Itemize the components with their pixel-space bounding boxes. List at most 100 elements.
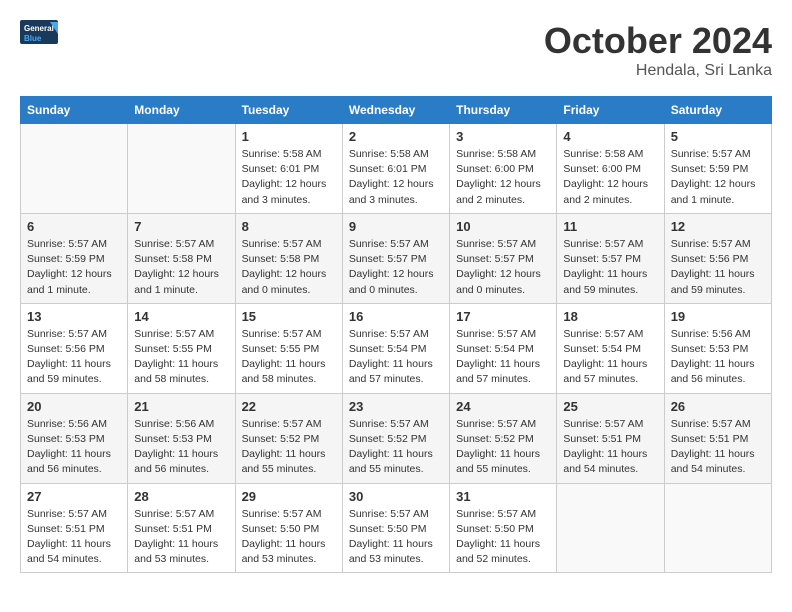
- day-number: 23: [349, 399, 443, 414]
- day-number: 8: [242, 219, 336, 234]
- calendar-cell: 19Sunrise: 5:56 AM Sunset: 5:53 PM Dayli…: [664, 303, 771, 393]
- day-info: Sunrise: 5:57 AM Sunset: 5:54 PM Dayligh…: [563, 327, 657, 388]
- calendar-cell: 28 Sunrise: 5:57 AM Sunset: 5:51 PM Dayli…: [128, 483, 235, 573]
- day-info: Sunrise: 5:58 AM Sunset: 6:00 PM Dayligh…: [563, 147, 657, 208]
- calendar-cell: 27 Sunrise: 5:57 AM Sunset: 5:51 PM Dayli…: [21, 483, 128, 573]
- day-info: Sunrise: 5:57 AM Sunset: 5:58 PM Dayligh…: [242, 237, 336, 298]
- day-number: 28: [134, 489, 228, 504]
- calendar-cell: 5 Sunrise: 5:57 AM Sunset: 5:59 PM Daylig…: [664, 124, 771, 214]
- svg-text:Blue: Blue: [24, 34, 42, 43]
- calendar-week: 13 Sunrise: 5:57 AM Sunset: 5:56 PM Dayli…: [21, 303, 772, 393]
- day-number: 25: [563, 399, 657, 414]
- day-info: Sunrise: 5:57 AM Sunset: 5:54 PM Dayligh…: [456, 327, 550, 388]
- calendar-week: 1 Sunrise: 5:58 AM Sunset: 6:01 PM Daylig…: [21, 124, 772, 214]
- day-number: 9: [349, 219, 443, 234]
- day-number: 27: [27, 489, 121, 504]
- day-info: Sunrise: 5:57 AM Sunset: 5:51 PM Dayligh…: [563, 417, 657, 478]
- calendar-cell: [128, 124, 235, 214]
- month-title: October 2024: [544, 20, 772, 62]
- day-header: Monday: [128, 97, 235, 124]
- day-info: Sunrise: 5:57 AM Sunset: 5:51 PM Dayligh…: [134, 507, 228, 568]
- day-number: 10: [456, 219, 550, 234]
- calendar-cell: 4 Sunrise: 5:58 AM Sunset: 6:00 PM Daylig…: [557, 124, 664, 214]
- calendar-cell: 30 Sunrise: 5:57 AM Sunset: 5:50 PM Dayli…: [342, 483, 449, 573]
- calendar-cell: 22 Sunrise: 5:57 AM Sunset: 5:52 PM Dayli…: [235, 393, 342, 483]
- calendar-cell: 8 Sunrise: 5:57 AM Sunset: 5:58 PM Daylig…: [235, 213, 342, 303]
- calendar-cell: 6Sunrise: 5:57 AM Sunset: 5:59 PM Daylig…: [21, 213, 128, 303]
- day-number: 30: [349, 489, 443, 504]
- day-number: 1: [242, 129, 336, 144]
- day-header: Saturday: [664, 97, 771, 124]
- calendar-cell: 16 Sunrise: 5:57 AM Sunset: 5:54 PM Dayli…: [342, 303, 449, 393]
- day-info: Sunrise: 5:57 AM Sunset: 5:56 PM Dayligh…: [27, 327, 121, 388]
- day-info: Sunrise: 5:57 AM Sunset: 5:57 PM Dayligh…: [563, 237, 657, 298]
- day-info: Sunrise: 5:57 AM Sunset: 5:50 PM Dayligh…: [242, 507, 336, 568]
- calendar-cell: 24 Sunrise: 5:57 AM Sunset: 5:52 PM Dayli…: [450, 393, 557, 483]
- calendar-cell: 29Sunrise: 5:57 AM Sunset: 5:50 PM Dayli…: [235, 483, 342, 573]
- calendar-cell: 9 Sunrise: 5:57 AM Sunset: 5:57 PM Daylig…: [342, 213, 449, 303]
- day-number: 22: [242, 399, 336, 414]
- day-number: 7: [134, 219, 228, 234]
- day-number: 11: [563, 219, 657, 234]
- calendar-cell: 23 Sunrise: 5:57 AM Sunset: 5:52 PM Dayli…: [342, 393, 449, 483]
- svg-text:General: General: [24, 24, 54, 33]
- day-info: Sunrise: 5:57 AM Sunset: 5:51 PM Dayligh…: [27, 507, 121, 568]
- day-number: 5: [671, 129, 765, 144]
- day-info: Sunrise: 5:57 AM Sunset: 5:57 PM Dayligh…: [349, 237, 443, 298]
- day-info: Sunrise: 5:58 AM Sunset: 6:00 PM Dayligh…: [456, 147, 550, 208]
- header-row: SundayMondayTuesdayWednesdayThursdayFrid…: [21, 97, 772, 124]
- day-number: 19: [671, 309, 765, 324]
- calendar-table: SundayMondayTuesdayWednesdayThursdayFrid…: [20, 96, 772, 573]
- calendar-week: 6Sunrise: 5:57 AM Sunset: 5:59 PM Daylig…: [21, 213, 772, 303]
- day-number: 31: [456, 489, 550, 504]
- calendar-cell: 12Sunrise: 5:57 AM Sunset: 5:56 PM Dayli…: [664, 213, 771, 303]
- calendar-cell: 31Sunrise: 5:57 AM Sunset: 5:50 PM Dayli…: [450, 483, 557, 573]
- calendar-cell: [557, 483, 664, 573]
- day-number: 17: [456, 309, 550, 324]
- day-number: 4: [563, 129, 657, 144]
- calendar-cell: 1 Sunrise: 5:58 AM Sunset: 6:01 PM Daylig…: [235, 124, 342, 214]
- day-number: 21: [134, 399, 228, 414]
- title-block: October 2024 Hendala, Sri Lanka: [544, 20, 772, 80]
- day-info: Sunrise: 5:57 AM Sunset: 5:56 PM Dayligh…: [671, 237, 765, 298]
- page-header: General Blue October 2024 Hendala, Sri L…: [20, 20, 772, 80]
- calendar-cell: 21 Sunrise: 5:56 AM Sunset: 5:53 PM Dayli…: [128, 393, 235, 483]
- day-number: 13: [27, 309, 121, 324]
- logo-icon: General Blue: [20, 20, 60, 56]
- day-header: Tuesday: [235, 97, 342, 124]
- day-header: Sunday: [21, 97, 128, 124]
- day-info: Sunrise: 5:57 AM Sunset: 5:50 PM Dayligh…: [349, 507, 443, 568]
- calendar-cell: 14 Sunrise: 5:57 AM Sunset: 5:55 PM Dayli…: [128, 303, 235, 393]
- calendar-cell: [21, 124, 128, 214]
- day-number: 20: [27, 399, 121, 414]
- calendar-cell: 15Sunrise: 5:57 AM Sunset: 5:55 PM Dayli…: [235, 303, 342, 393]
- day-info: Sunrise: 5:57 AM Sunset: 5:52 PM Dayligh…: [242, 417, 336, 478]
- day-number: 26: [671, 399, 765, 414]
- calendar-cell: 10 Sunrise: 5:57 AM Sunset: 5:57 PM Dayli…: [450, 213, 557, 303]
- day-number: 16: [349, 309, 443, 324]
- day-info: Sunrise: 5:58 AM Sunset: 6:01 PM Dayligh…: [242, 147, 336, 208]
- day-info: Sunrise: 5:56 AM Sunset: 5:53 PM Dayligh…: [27, 417, 121, 478]
- day-number: 2: [349, 129, 443, 144]
- day-info: Sunrise: 5:57 AM Sunset: 5:59 PM Dayligh…: [671, 147, 765, 208]
- calendar-cell: 20 Sunrise: 5:56 AM Sunset: 5:53 PM Dayli…: [21, 393, 128, 483]
- day-header: Thursday: [450, 97, 557, 124]
- calendar-cell: 7 Sunrise: 5:57 AM Sunset: 5:58 PM Daylig…: [128, 213, 235, 303]
- day-info: Sunrise: 5:57 AM Sunset: 5:54 PM Dayligh…: [349, 327, 443, 388]
- calendar-cell: 17 Sunrise: 5:57 AM Sunset: 5:54 PM Dayli…: [450, 303, 557, 393]
- calendar-cell: 18Sunrise: 5:57 AM Sunset: 5:54 PM Dayli…: [557, 303, 664, 393]
- calendar-cell: 13 Sunrise: 5:57 AM Sunset: 5:56 PM Dayli…: [21, 303, 128, 393]
- calendar-cell: [664, 483, 771, 573]
- day-number: 14: [134, 309, 228, 324]
- day-info: Sunrise: 5:56 AM Sunset: 5:53 PM Dayligh…: [134, 417, 228, 478]
- day-number: 15: [242, 309, 336, 324]
- day-info: Sunrise: 5:57 AM Sunset: 5:52 PM Dayligh…: [349, 417, 443, 478]
- day-info: Sunrise: 5:57 AM Sunset: 5:58 PM Dayligh…: [134, 237, 228, 298]
- day-number: 6: [27, 219, 121, 234]
- day-number: 24: [456, 399, 550, 414]
- day-info: Sunrise: 5:57 AM Sunset: 5:55 PM Dayligh…: [134, 327, 228, 388]
- day-header: Wednesday: [342, 97, 449, 124]
- calendar-cell: 11 Sunrise: 5:57 AM Sunset: 5:57 PM Dayli…: [557, 213, 664, 303]
- day-info: Sunrise: 5:57 AM Sunset: 5:52 PM Dayligh…: [456, 417, 550, 478]
- day-info: Sunrise: 5:57 AM Sunset: 5:57 PM Dayligh…: [456, 237, 550, 298]
